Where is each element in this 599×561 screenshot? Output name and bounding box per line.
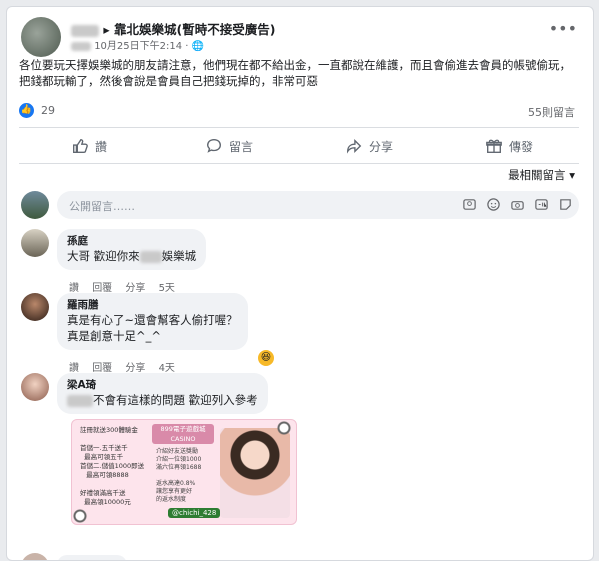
comment-text-part: 娛樂城: [161, 249, 197, 263]
more-options-icon[interactable]: •••: [549, 19, 577, 38]
comment-text-part: 大哥 歡迎你來: [67, 249, 140, 263]
commenter-avatar[interactable]: [21, 373, 49, 401]
post-card: xx ▸ 靠北娛樂城(暫時不接受廣告) x 10月25日下午2:14 · 🌐 •…: [6, 6, 594, 561]
commenter-avatar[interactable]: [21, 293, 49, 321]
blurred-text: xx: [139, 250, 162, 263]
share-label: 分享: [368, 139, 393, 154]
like-button[interactable]: 讚: [19, 131, 159, 161]
comment-icon: [207, 139, 221, 153]
ad-logo-text: 899電子遊戲城 CASINO: [160, 425, 206, 443]
comment-bubble: 梁A琦 xx不會有這樣的問題 歡迎列入參考: [57, 373, 268, 414]
post-timestamp[interactable]: 10月25日下午2:14 ·: [94, 41, 188, 52]
post-text: 各位要玩天擇娛樂城的朋友請注意，他們現在都不給出金，一直都說在維護，而且會偷進去…: [19, 58, 571, 88]
ad-referral-text: 介紹好友送獎勵 介紹一位領1000 滿六位再領1688 返水高達0.8% 讓您享…: [156, 448, 202, 503]
ad-handle: @chichi_428: [168, 508, 221, 518]
comment-actions: 讚 回覆 分享 5天: [69, 279, 185, 294]
commenter-avatar[interactable]: [21, 229, 49, 257]
share-icon: [347, 138, 362, 154]
next-comment-bubble: [57, 555, 127, 560]
comment-text: 不會有這樣的問題 歡迎列入參考: [93, 393, 258, 407]
share-button[interactable]: 分享: [299, 131, 439, 161]
flower-decoration-icon: [72, 504, 92, 524]
comment-input[interactable]: 公開留言……: [57, 191, 579, 219]
comment-line: 真是創意十足^_^: [67, 329, 162, 343]
page-name[interactable]: 靠北娛樂城(暫時不接受廣告): [114, 22, 275, 37]
post-stats: 👍 29 55則留言: [19, 103, 579, 121]
comment-placeholder: 公開留言……: [69, 200, 135, 213]
ad-casino-logo: 899電子遊戲城 CASINO: [152, 424, 214, 444]
comment-button[interactable]: 留言: [159, 131, 299, 161]
commenter-name[interactable]: 梁A琦: [67, 378, 258, 392]
casino-ad-image[interactable]: 註冊就送300體驗金 首儲一.五千送千 最高可領五千 首儲二.儲值1000即送 …: [71, 419, 297, 525]
sort-label: 最相關留言: [508, 168, 566, 182]
comment-label: 留言: [228, 139, 253, 154]
public-globe-icon: 🌐: [191, 41, 205, 52]
ad-promo-text: 註冊就送300體驗金 首儲一.五千送千 最高可領五千 首儲二.儲值1000即送 …: [80, 426, 145, 506]
thumbs-up-icon: [73, 139, 88, 153]
gift-icon: [486, 139, 502, 153]
comment-sort-dropdown[interactable]: 最相關留言 ▾: [508, 167, 575, 183]
post-actions: 讚 留言 分享 傳發: [19, 131, 579, 161]
like-count[interactable]: 29: [41, 104, 55, 117]
blurred-author: x: [71, 41, 91, 51]
gif-icon[interactable]: [534, 197, 549, 212]
like-reaction-icon[interactable]: 👍: [19, 103, 34, 118]
commenter-name[interactable]: 羅雨膳: [67, 298, 238, 312]
comment-line: 真是有心了~還會幫客人偷打喔？: [67, 313, 238, 327]
comment-bubble: 羅雨膳 真是有心了~還會幫客人偷打喔？ 真是創意十足^_^: [57, 293, 248, 350]
blurred-name: xx: [71, 24, 99, 37]
post-date-row: x 10月25日下午2:14 · 🌐: [71, 37, 204, 52]
arrow-icon: ▸: [103, 22, 110, 37]
sticker-icon[interactable]: [558, 197, 573, 212]
avatar-sticker-icon[interactable]: [462, 197, 477, 212]
like-label: 讚: [94, 139, 107, 154]
ad-model-photo: [220, 428, 290, 518]
send-button[interactable]: 傳發: [439, 131, 579, 161]
comment-actions: 讚 回覆 分享 4天: [69, 359, 185, 374]
commenter-name[interactable]: 孫庭: [67, 234, 196, 248]
caret-down-icon: ▾: [569, 168, 575, 182]
emoji-icon[interactable]: [486, 197, 501, 212]
current-user-avatar[interactable]: [21, 191, 49, 219]
next-commenter-avatar[interactable]: [21, 553, 49, 560]
comment-composer: 公開留言……: [21, 189, 581, 221]
camera-icon[interactable]: [510, 197, 525, 212]
comment-count[interactable]: 55則留言: [528, 104, 575, 120]
haha-reaction-icon[interactable]: 😆: [257, 349, 275, 367]
page-avatar[interactable]: [21, 17, 61, 57]
send-label: 傳發: [508, 139, 533, 154]
comment-bubble: 孫庭 大哥 歡迎你來xx娛樂城: [57, 229, 207, 270]
flower-decoration-icon: [272, 420, 296, 440]
divider: [19, 127, 579, 128]
divider: [19, 163, 579, 164]
composer-icons: [462, 197, 573, 212]
author-row: xx ▸ 靠北娛樂城(暫時不接受廣告): [71, 19, 275, 38]
blurred-text: xx: [67, 394, 93, 407]
